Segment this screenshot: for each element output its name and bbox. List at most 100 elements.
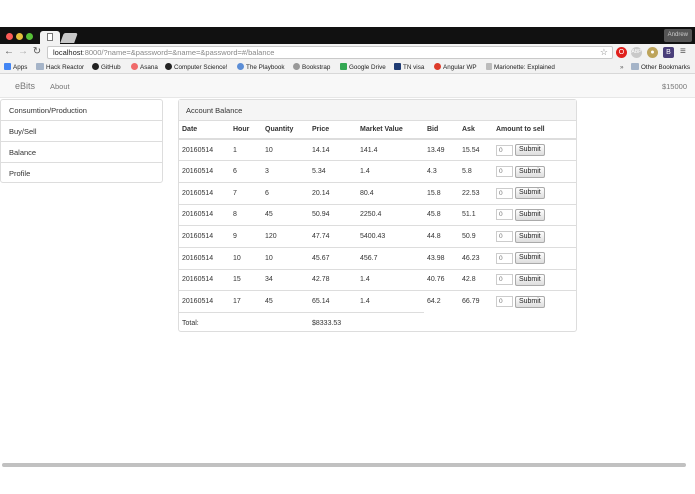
bookmark-hack-reactor[interactable]: Hack Reactor	[36, 62, 84, 73]
amount-to-sell-input[interactable]	[496, 209, 513, 221]
url-host: localhost	[53, 48, 83, 57]
cell-amount-to-sell: Submit	[493, 268, 576, 291]
cell-ask: 66.79	[459, 290, 493, 313]
browser-tab[interactable]	[40, 31, 60, 44]
cell-price: 65.14	[309, 290, 357, 313]
table-row: 201605147620.1480.415.822.53 Submit	[179, 181, 576, 205]
cell-bid: 44.8	[424, 225, 459, 248]
cell-amount-to-sell: Submit	[493, 225, 576, 248]
bookmark-bookstrap[interactable]: Bookstrap	[293, 62, 330, 73]
bookmark-github[interactable]: GitHub	[92, 62, 121, 73]
panel-heading: Account Balance	[179, 100, 576, 121]
bookmark-computer-science[interactable]: Computer Science!	[165, 62, 228, 73]
cell-date: 20160514	[179, 181, 230, 205]
submit-button[interactable]: Submit	[514, 230, 545, 243]
reload-icon[interactable]: ↻	[31, 46, 43, 58]
total-label: Total:	[179, 312, 309, 335]
amount-to-sell-input[interactable]	[496, 144, 513, 156]
bookmarks-overflow-chevron[interactable]: »	[620, 62, 624, 73]
amount-to-sell-input[interactable]	[496, 231, 513, 243]
table-row: 20160514174565.141.464.266.79 Submit	[179, 290, 576, 313]
menu-icon[interactable]: ≡	[680, 47, 690, 57]
page-icon	[486, 63, 492, 70]
cell-bid: 43.98	[424, 246, 459, 270]
nav-about-link[interactable]: About	[50, 82, 70, 91]
bookmark-marionette[interactable]: Marionette: Explained	[486, 62, 555, 73]
submit-button[interactable]: Submit	[514, 187, 545, 200]
column-header-hour: Hour	[230, 121, 262, 140]
cell-price: 50.94	[309, 203, 357, 226]
back-arrow-icon[interactable]: ←	[3, 46, 15, 58]
submit-button[interactable]: Submit	[514, 295, 545, 308]
cell-hour: 15	[230, 268, 262, 291]
cell-market-value: 5400.43	[357, 225, 424, 248]
address-bar[interactable]: localhost:8000/?name=&password=&name=&pa…	[47, 46, 613, 59]
cell-date: 20160514	[179, 225, 230, 248]
sidebar-item-profile[interactable]: Profile	[1, 163, 162, 184]
cell-quantity: 120	[262, 225, 309, 248]
bookmark-google-drive[interactable]: Google Drive	[340, 62, 386, 73]
submit-button[interactable]: Submit	[514, 208, 545, 221]
total-row: Total: $8333.53	[179, 312, 576, 335]
amount-to-sell-input[interactable]	[496, 274, 513, 286]
horizontal-scrollbar[interactable]	[2, 463, 686, 467]
column-header-amount-to-sell: Amount to sell	[493, 121, 576, 140]
minimize-window-icon[interactable]	[16, 33, 23, 40]
table-header-row: Date Hour Quantity Price Market Value Bi…	[179, 121, 576, 140]
bookmark-the-playbook[interactable]: The Playbook	[237, 62, 285, 73]
bookmark-tn-visa[interactable]: TN visa	[394, 62, 424, 73]
cell-hour: 1	[230, 138, 262, 161]
desktop-top	[0, 0, 695, 27]
cell-ask: 51.1	[459, 203, 493, 226]
angular-icon	[434, 63, 441, 70]
cell-ask: 50.9	[459, 225, 493, 248]
cell-amount-to-sell: Submit	[493, 246, 576, 270]
folder-icon	[36, 63, 44, 70]
b-extension-icon[interactable]: B	[663, 47, 674, 58]
globe-icon	[237, 63, 244, 70]
bookmark-asana[interactable]: Asana	[131, 62, 158, 73]
amount-to-sell-input[interactable]	[496, 187, 513, 199]
submit-button[interactable]: Submit	[514, 144, 545, 157]
amount-to-sell-input[interactable]	[496, 166, 513, 178]
bookmark-apps[interactable]: Apps	[4, 62, 27, 73]
maximize-window-icon[interactable]	[26, 33, 33, 40]
bookmark-other-bookmarks[interactable]: Other Bookmarks	[631, 62, 690, 73]
forward-arrow-icon[interactable]: →	[17, 46, 29, 58]
bookmark-star-icon[interactable]: ☆	[600, 47, 608, 58]
cell-market-value: 1.4	[357, 290, 424, 313]
cell-market-value: 2250.4	[357, 203, 424, 226]
close-window-icon[interactable]	[6, 33, 13, 40]
asana-icon	[131, 63, 138, 70]
table-row: 2016051411014.14141.413.4915.54 Submit	[179, 138, 576, 161]
cell-price: 42.78	[309, 268, 357, 291]
cell-hour: 6	[230, 160, 262, 183]
amount-to-sell-input[interactable]	[496, 296, 513, 308]
cell-quantity: 45	[262, 203, 309, 226]
table-row: 20160514635.341.44.35.8 Submit	[179, 160, 576, 183]
sidebar-item-buy-sell[interactable]: Buy/Sell	[1, 121, 162, 142]
cell-date: 20160514	[179, 138, 230, 161]
cell-quantity: 34	[262, 268, 309, 291]
brand-link[interactable]: eBits	[15, 81, 35, 91]
cell-ask: 5.8	[459, 160, 493, 183]
sidebar-item-consumption-production[interactable]: Consumtion/Production	[1, 100, 162, 121]
profile-button[interactable]: Andrew	[663, 29, 692, 42]
cell-market-value: 1.4	[357, 160, 424, 183]
cell-market-value: 80.4	[357, 181, 424, 205]
opera-extension-icon[interactable]: O	[616, 47, 627, 58]
browser-titlebar	[0, 27, 695, 44]
submit-button[interactable]: Submit	[514, 252, 545, 265]
abp-extension-icon[interactable]: ABP	[631, 47, 642, 58]
submit-button[interactable]: Submit	[514, 165, 545, 178]
bookmark-angular-wp[interactable]: Angular WP	[434, 62, 477, 73]
submit-button[interactable]: Submit	[514, 273, 545, 286]
sidebar-item-balance[interactable]: Balance	[1, 142, 162, 163]
bookmarks-bar: Apps Hack Reactor GitHub Asana Computer …	[0, 61, 695, 74]
cell-quantity: 45	[262, 290, 309, 313]
amount-to-sell-input[interactable]	[496, 252, 513, 264]
total-blank	[424, 313, 576, 335]
cell-bid: 15.8	[424, 181, 459, 205]
cell-price: 5.34	[309, 160, 357, 183]
lock-extension-icon[interactable]: ●	[647, 47, 658, 58]
